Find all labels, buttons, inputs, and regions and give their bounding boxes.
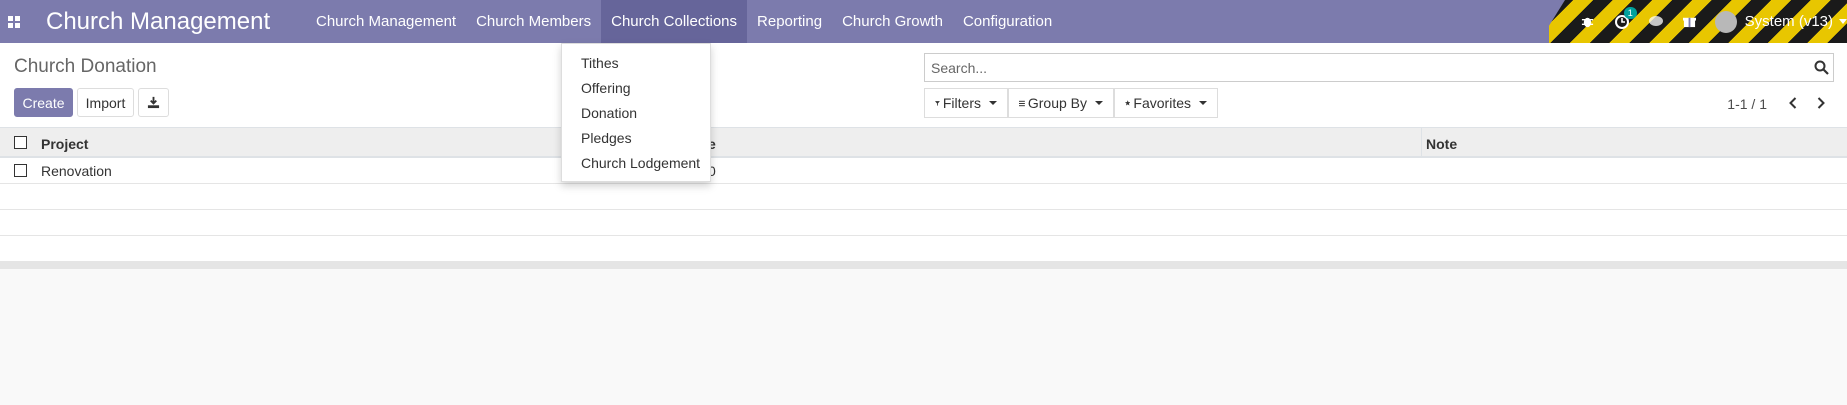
- chevron-down-icon: [1199, 101, 1207, 105]
- column-header-note[interactable]: Note: [1426, 136, 1457, 152]
- filter-icon: [935, 100, 940, 106]
- chevron-down-icon: [1095, 101, 1103, 105]
- project-cell: Renovation: [41, 163, 112, 179]
- import-button[interactable]: Import: [77, 88, 134, 117]
- column-header-project[interactable]: Project: [41, 136, 88, 152]
- groupby-label: Group By: [1027, 95, 1087, 111]
- empty-row: [0, 236, 1847, 262]
- favorites-button[interactable]: Favorites: [1114, 88, 1218, 118]
- filters-button[interactable]: Filters: [924, 88, 1008, 118]
- table-row[interactable]: Renovation 0: [0, 158, 1847, 184]
- search-input[interactable]: [925, 54, 1805, 81]
- bug-icon[interactable]: [1571, 15, 1605, 28]
- menu-church-growth[interactable]: Church Growth: [832, 0, 953, 43]
- chevron-down-icon: [1839, 19, 1847, 24]
- menu-church-members[interactable]: Church Members: [466, 0, 601, 43]
- dropdown-item-church-lodgement[interactable]: Church Lodgement: [562, 150, 710, 175]
- dropdown-item-donation[interactable]: Donation: [562, 100, 710, 125]
- search-box: [924, 53, 1834, 82]
- table-footer: [0, 262, 1847, 269]
- gift-icon[interactable]: [1673, 15, 1707, 28]
- create-button[interactable]: Create: [14, 88, 73, 117]
- menu-configuration[interactable]: Configuration: [953, 0, 1062, 43]
- activity-badge: 1: [1623, 6, 1637, 19]
- pager-value[interactable]: 1-1 / 1: [1727, 96, 1767, 112]
- empty-row: [0, 184, 1847, 210]
- download-icon: [147, 96, 160, 109]
- menu-church-collections[interactable]: Church Collections: [601, 0, 748, 43]
- download-button[interactable]: [138, 88, 169, 117]
- clock-icon[interactable]: 1: [1605, 6, 1639, 29]
- select-all-checkbox[interactable]: [14, 136, 27, 149]
- row-checkbox[interactable]: [14, 164, 27, 177]
- chat-icon[interactable]: [1639, 15, 1673, 28]
- dropdown-item-pledges[interactable]: Pledges: [562, 125, 710, 150]
- star-icon: [1125, 100, 1131, 106]
- table-header: Project e Note: [0, 128, 1847, 158]
- control-panel: Church Donation Create Import Filters Gr…: [0, 43, 1847, 128]
- empty-row: [0, 210, 1847, 236]
- apps-grid-icon[interactable]: [0, 0, 28, 43]
- list-table: Project e Note Renovation 0: [0, 128, 1847, 262]
- collections-dropdown: Tithes Offering Donation Pledges Church …: [561, 43, 711, 182]
- user-name: System (v13): [1744, 13, 1833, 30]
- top-navbar: Church Management Church Management Chur…: [0, 0, 1847, 43]
- column-divider: [1421, 128, 1422, 158]
- dropdown-item-offering[interactable]: Offering: [562, 75, 710, 100]
- breadcrumb: Church Donation: [14, 56, 157, 77]
- pager-previous-icon[interactable]: [1785, 95, 1801, 111]
- dropdown-item-tithes[interactable]: Tithes: [562, 50, 710, 75]
- favorites-label: Favorites: [1133, 95, 1191, 111]
- filters-label: Filters: [942, 95, 981, 111]
- groupby-button[interactable]: Group By: [1008, 88, 1114, 118]
- search-icon[interactable]: [1814, 60, 1829, 79]
- main-menu: Church Management Church Members Church …: [306, 0, 1062, 43]
- list-icon: [1019, 100, 1025, 106]
- chevron-down-icon: [989, 101, 997, 105]
- app-brand[interactable]: Church Management: [46, 8, 306, 36]
- user-menu[interactable]: System (v13): [1714, 10, 1847, 33]
- avatar: [1714, 10, 1737, 33]
- menu-church-management[interactable]: Church Management: [306, 0, 466, 43]
- systray: 1 System (v13): [1549, 0, 1847, 43]
- pager-next-icon[interactable]: [1813, 95, 1829, 111]
- menu-reporting[interactable]: Reporting: [747, 0, 832, 43]
